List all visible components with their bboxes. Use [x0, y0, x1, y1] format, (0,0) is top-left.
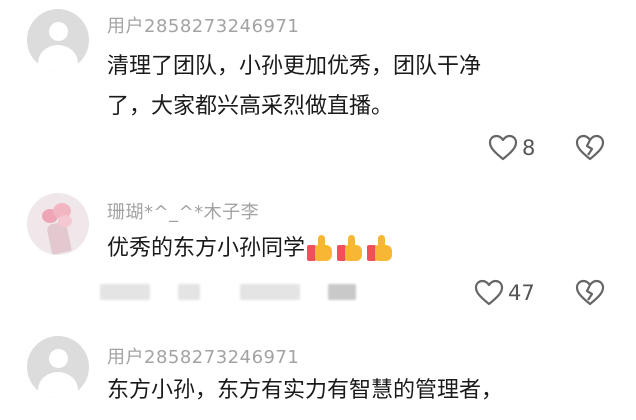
obscured-meta-line [100, 280, 380, 306]
comment-text-line: 清理了团队，小孙更加优秀，团队干净 [107, 54, 482, 79]
avatar[interactable] [27, 336, 89, 398]
comment-text: 优秀的东方小孙同学 [107, 236, 306, 261]
broken-heart-icon[interactable] [575, 134, 605, 162]
thumbs-up-icon [307, 235, 333, 263]
emoji-group [307, 230, 397, 268]
avatar[interactable] [27, 9, 89, 71]
avatar-body-shape [38, 45, 78, 71]
comment-text-line: 优秀的东方小孙同学 [107, 230, 397, 268]
thumbs-up-icon [337, 235, 363, 263]
blur-segment [328, 284, 356, 300]
heart-icon [474, 279, 504, 306]
username[interactable]: 用户2858273246971 [107, 343, 299, 369]
avatar-head-shape [49, 22, 68, 41]
heart-icon [488, 134, 518, 161]
blur-segment [178, 284, 200, 300]
comment-item: 用户2858273246971 东方小孙，东方有实力有智慧的管理者， [0, 320, 636, 420]
comment-item: 用户2858273246971 清理了团队，小孙更加优秀，团队干净 了，大家都兴… [0, 0, 636, 180]
username[interactable]: 用户2858273246971 [107, 12, 299, 38]
avatar-head-shape [49, 349, 68, 368]
comment-text-line: 东方小孙，东方有实力有智慧的管理者， [107, 378, 504, 403]
blur-segment [100, 284, 150, 300]
thumbs-up-icon [367, 235, 393, 263]
avatar[interactable] [27, 193, 89, 255]
rose-shape [58, 215, 72, 227]
like-button[interactable]: 8 [488, 134, 535, 162]
comment-text-line: 了，大家都兴高采烈做直播。 [107, 94, 394, 119]
like-button[interactable]: 47 [474, 279, 535, 307]
username[interactable]: 珊瑚*^_^*木子李 [107, 198, 259, 224]
broken-heart-icon[interactable] [575, 279, 605, 307]
like-count: 47 [508, 281, 535, 305]
blur-segment [240, 284, 300, 300]
avatar-body-shape [38, 372, 78, 398]
like-count: 8 [522, 136, 536, 160]
